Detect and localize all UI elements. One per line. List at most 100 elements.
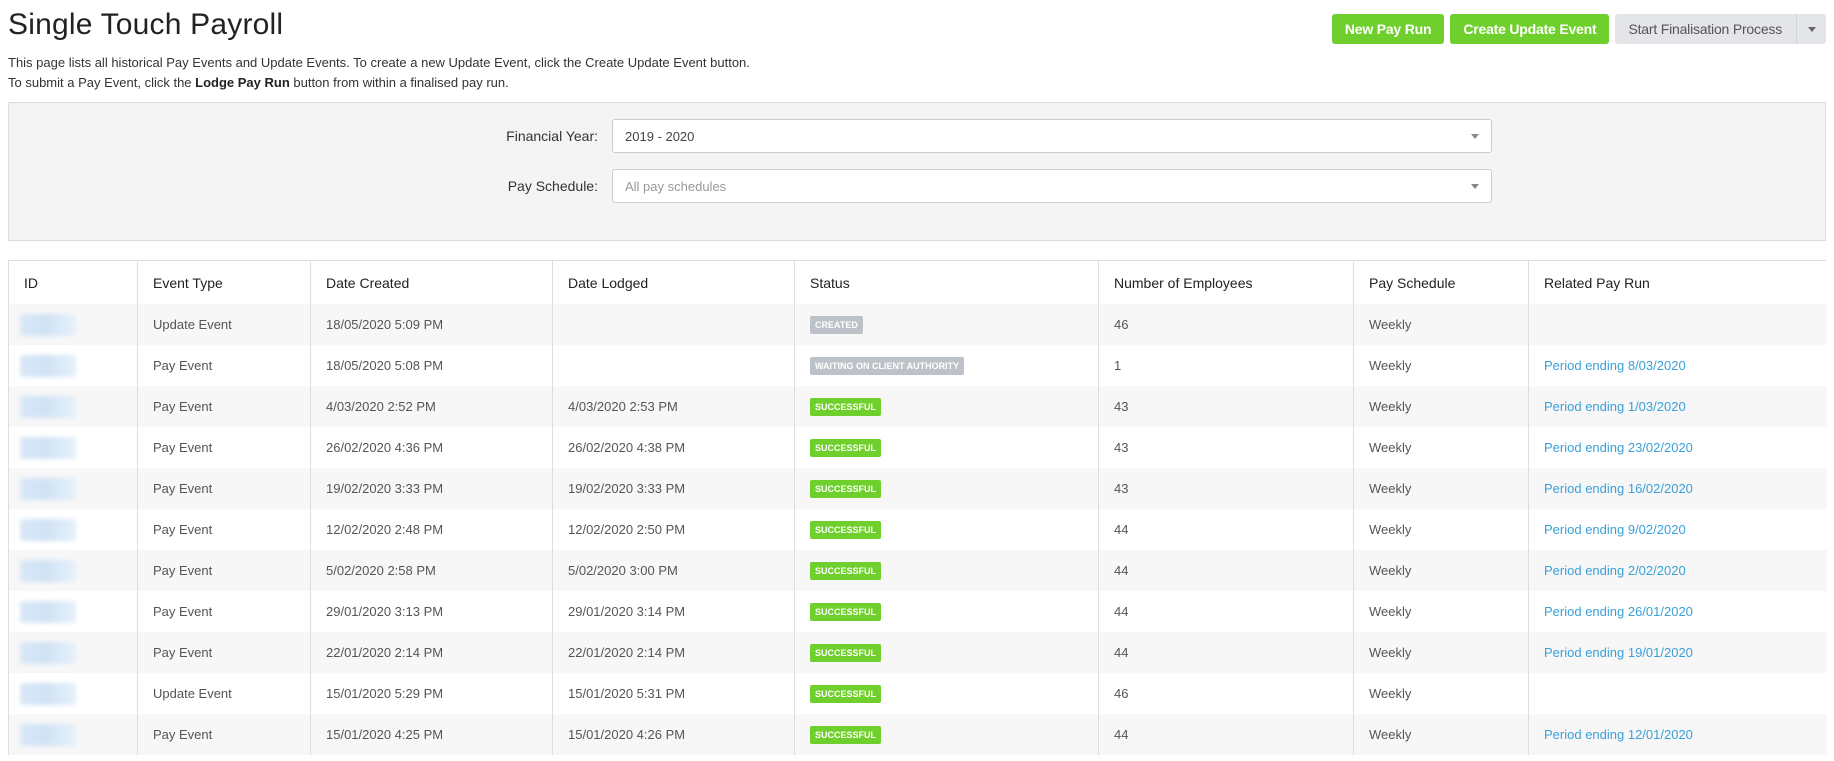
cell-pay-schedule: Weekly: [1353, 345, 1529, 386]
cell-related-pay-run: Period ending 9/02/2020: [1528, 509, 1827, 550]
cell-event-type: Pay Event: [137, 468, 311, 509]
finalisation-dropdown-toggle[interactable]: [1796, 14, 1826, 44]
cell-event-type: Update Event: [137, 673, 311, 714]
cell-pay-schedule: Weekly: [1353, 509, 1529, 550]
cell-id[interactable]: [8, 714, 138, 755]
cell-event-type: Pay Event: [137, 345, 311, 386]
cell-number-of-employees: 44: [1098, 509, 1354, 550]
start-finalisation-button[interactable]: Start Finalisation Process: [1615, 14, 1826, 44]
cell-status: SUCCESSFUL: [794, 427, 1099, 468]
related-pay-run-link[interactable]: Period ending 9/02/2020: [1544, 522, 1686, 537]
cell-status: SUCCESSFUL: [794, 591, 1099, 632]
related-pay-run-link[interactable]: Period ending 26/01/2020: [1544, 604, 1693, 619]
redacted-id-link[interactable]: [20, 477, 76, 500]
related-pay-run-link[interactable]: Period ending 12/01/2020: [1544, 727, 1693, 742]
financial-year-value: 2019 - 2020: [625, 128, 695, 144]
column-header-event-type[interactable]: Event Type: [137, 261, 311, 304]
related-pay-run-link[interactable]: Period ending 2/02/2020: [1544, 563, 1686, 578]
cell-date-lodged: 15/01/2020 4:26 PM: [552, 714, 795, 755]
cell-id[interactable]: [8, 345, 138, 386]
cell-number-of-employees: 46: [1098, 673, 1354, 714]
table-row[interactable]: Pay Event 22/01/2020 2:14 PM 22/01/2020 2:…: [8, 632, 1827, 673]
column-header-pay-schedule[interactable]: Pay Schedule: [1353, 261, 1529, 304]
cell-related-pay-run: Period ending 1/03/2020: [1528, 386, 1827, 427]
cell-date-lodged: [552, 345, 795, 386]
new-pay-run-button[interactable]: New Pay Run: [1331, 14, 1445, 44]
cell-event-type: Pay Event: [137, 550, 311, 591]
redacted-id-link[interactable]: [20, 395, 76, 418]
column-header-date-created[interactable]: Date Created: [310, 261, 553, 304]
cell-status: SUCCESSFUL: [794, 673, 1099, 714]
column-header-date-lodged[interactable]: Date Lodged: [552, 261, 795, 304]
cell-number-of-employees: 46: [1098, 304, 1354, 345]
redacted-id-link[interactable]: [20, 682, 76, 705]
cell-related-pay-run: Period ending 23/02/2020: [1528, 427, 1827, 468]
cell-id[interactable]: [8, 591, 138, 632]
cell-id[interactable]: [8, 386, 138, 427]
cell-status: SUCCESSFUL: [794, 714, 1099, 755]
cell-date-created: 22/01/2020 2:14 PM: [310, 632, 553, 673]
table-row[interactable]: Pay Event 15/01/2020 4:25 PM 15/01/2020 4:…: [8, 714, 1827, 755]
financial-year-select[interactable]: 2019 - 2020: [612, 119, 1492, 153]
cell-id[interactable]: [8, 632, 138, 673]
cell-number-of-employees: 1: [1098, 345, 1354, 386]
cell-date-lodged: 29/01/2020 3:14 PM: [552, 591, 795, 632]
table-row[interactable]: Pay Event 18/05/2020 5:08 PM WAITING ON CL…: [8, 345, 1827, 386]
create-update-event-button[interactable]: Create Update Event: [1450, 14, 1610, 44]
redacted-id-link[interactable]: [20, 723, 76, 746]
table-row[interactable]: Pay Event 26/02/2020 4:36 PM 26/02/2020 4:…: [8, 427, 1827, 468]
cell-status: SUCCESSFUL: [794, 509, 1099, 550]
cell-id[interactable]: [8, 673, 138, 714]
related-pay-run-link[interactable]: Period ending 8/03/2020: [1544, 358, 1686, 373]
cell-status: SUCCESSFUL: [794, 468, 1099, 509]
related-pay-run-link[interactable]: Period ending 19/01/2020: [1544, 645, 1693, 660]
related-pay-run-link[interactable]: Period ending 1/03/2020: [1544, 399, 1686, 414]
events-table-container: ID Event Type Date Created Date Lodged S…: [8, 260, 1827, 755]
cell-date-lodged: 12/02/2020 2:50 PM: [552, 509, 795, 550]
pay-schedule-select[interactable]: All pay schedules: [612, 169, 1492, 203]
cell-date-created: 29/01/2020 3:13 PM: [310, 591, 553, 632]
redacted-id-link[interactable]: [20, 436, 76, 459]
column-header-related-pay-run[interactable]: Related Pay Run: [1528, 261, 1827, 304]
table-row[interactable]: Pay Event 12/02/2020 2:48 PM 12/02/2020 2:…: [8, 509, 1827, 550]
cell-date-lodged: 19/02/2020 3:33 PM: [552, 468, 795, 509]
table-row[interactable]: Update Event 15/01/2020 5:29 PM 15/01/2020…: [8, 673, 1827, 714]
column-header-id[interactable]: ID: [8, 261, 138, 304]
redacted-id-link[interactable]: [20, 354, 76, 377]
cell-id[interactable]: [8, 550, 138, 591]
cell-pay-schedule: Weekly: [1353, 714, 1529, 755]
cell-id[interactable]: [8, 468, 138, 509]
cell-status: SUCCESSFUL: [794, 632, 1099, 673]
cell-date-created: 19/02/2020 3:33 PM: [310, 468, 553, 509]
redacted-id-link[interactable]: [20, 313, 76, 336]
cell-id[interactable]: [8, 509, 138, 550]
cell-status: CREATED: [794, 304, 1099, 345]
related-pay-run-link[interactable]: Period ending 16/02/2020: [1544, 481, 1693, 496]
table-row[interactable]: Pay Event 5/02/2020 2:58 PM 5/02/2020 3:00…: [8, 550, 1827, 591]
cell-id[interactable]: [8, 427, 138, 468]
cell-date-created: 26/02/2020 4:36 PM: [310, 427, 553, 468]
column-header-status[interactable]: Status: [794, 261, 1099, 304]
redacted-id-link[interactable]: [20, 559, 76, 582]
cell-date-lodged: 26/02/2020 4:38 PM: [552, 427, 795, 468]
cell-id[interactable]: [8, 304, 138, 345]
description-text: To submit a Pay Event, click the: [8, 75, 196, 90]
chevron-down-icon: [1471, 133, 1479, 139]
redacted-id-link[interactable]: [20, 600, 76, 623]
column-header-number-of-employees[interactable]: Number of Employees: [1098, 261, 1354, 304]
cell-related-pay-run: [1528, 673, 1827, 714]
cell-pay-schedule: Weekly: [1353, 468, 1529, 509]
cell-date-created: 18/05/2020 5:09 PM: [310, 304, 553, 345]
table-row[interactable]: Update Event 18/05/2020 5:09 PM CREATED 46 W…: [8, 304, 1827, 345]
cell-related-pay-run: Period ending 19/01/2020: [1528, 632, 1827, 673]
status-badge: SUCCESSFUL: [810, 561, 882, 580]
cell-number-of-employees: 44: [1098, 714, 1354, 755]
table-row[interactable]: Pay Event 4/03/2020 2:52 PM 4/03/2020 2:53…: [8, 386, 1827, 427]
redacted-id-link[interactable]: [20, 641, 76, 664]
table-row[interactable]: Pay Event 29/01/2020 3:13 PM 29/01/2020 3:…: [8, 591, 1827, 632]
cell-date-lodged: 22/01/2020 2:14 PM: [552, 632, 795, 673]
related-pay-run-link[interactable]: Period ending 23/02/2020: [1544, 440, 1693, 455]
redacted-id-link[interactable]: [20, 518, 76, 541]
cell-related-pay-run: Period ending 2/02/2020: [1528, 550, 1827, 591]
table-row[interactable]: Pay Event 19/02/2020 3:33 PM 19/02/2020 3:…: [8, 468, 1827, 509]
